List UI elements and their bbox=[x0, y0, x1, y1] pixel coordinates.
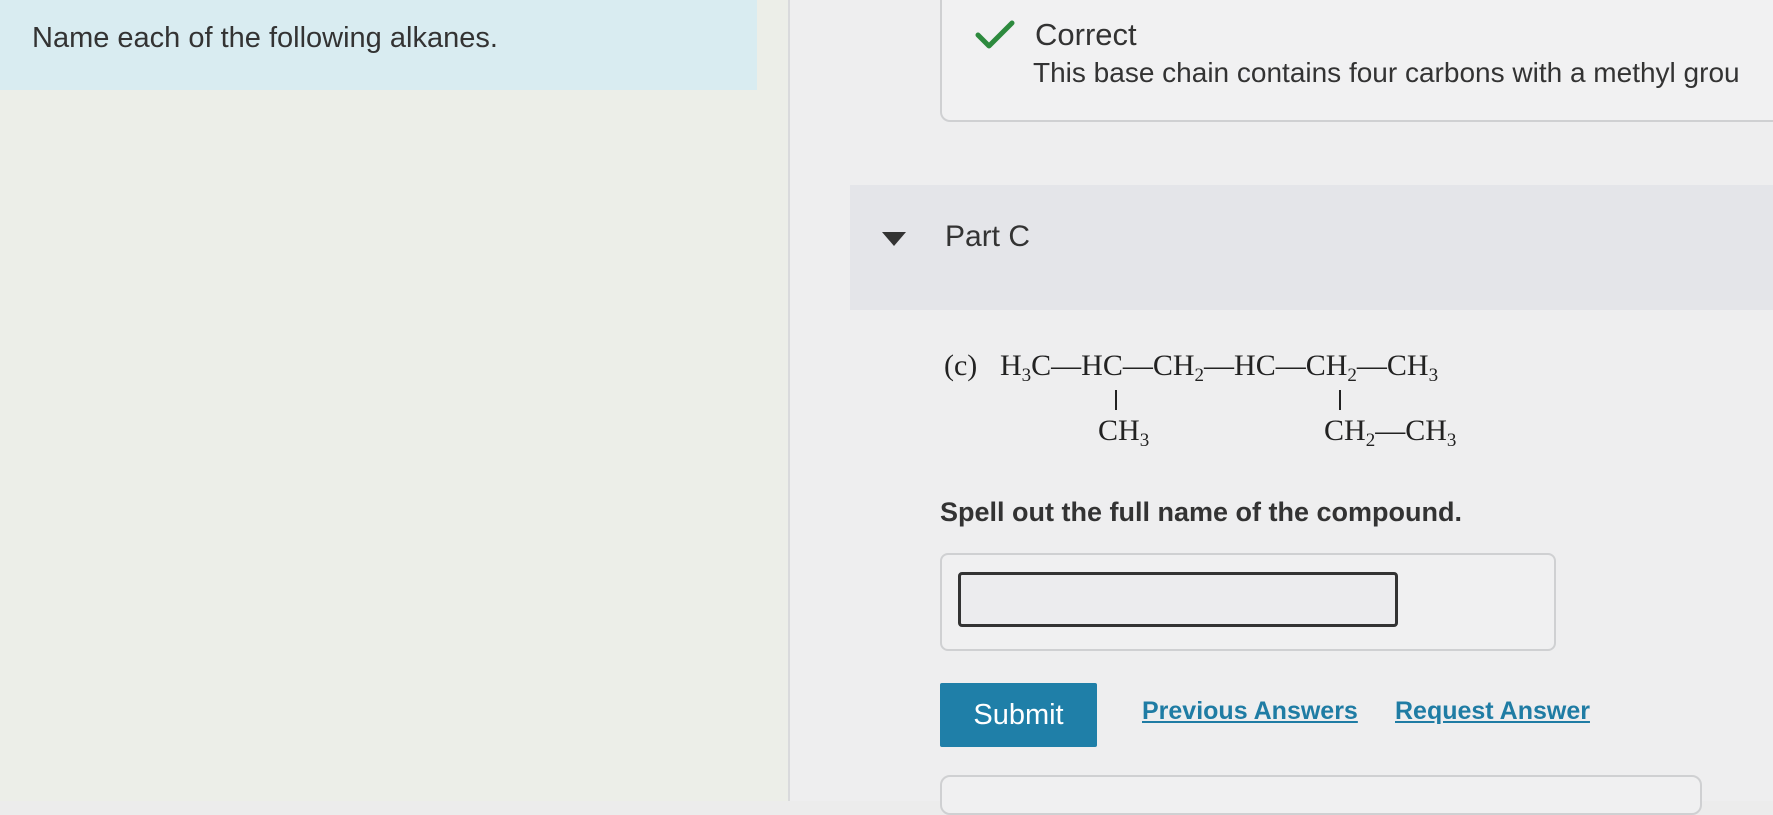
caret-down-icon[interactable] bbox=[880, 230, 908, 248]
previous-answers-link[interactable]: Previous Answers bbox=[1142, 697, 1358, 726]
submit-button[interactable]: Submit bbox=[940, 683, 1097, 747]
formula-branch-ethyl: CH2—CH3 bbox=[1324, 414, 1456, 451]
next-part-box bbox=[940, 775, 1702, 815]
feedback-title: Correct bbox=[1035, 17, 1137, 52]
intro-text: Name each of the following alkanes. bbox=[32, 22, 498, 54]
formula-main-chain: H3C—HC—CH2—HC—CH2—CH3 bbox=[1000, 349, 1438, 386]
answer-input[interactable] bbox=[958, 572, 1398, 627]
formula-label: (c) bbox=[944, 349, 977, 382]
intro-box: Name each of the following alkanes. bbox=[0, 0, 757, 90]
structural-formula: (c) H3C—HC—CH2—HC—CH2—CH3 CH3 CH2—CH3 bbox=[944, 349, 1456, 451]
part-title: Part C bbox=[945, 220, 1031, 253]
formula-branch-methyl: CH3 bbox=[1098, 414, 1149, 451]
question-instruction: Spell out the full name of the compound. bbox=[940, 497, 1462, 527]
left-pane: Name each of the following alkanes. bbox=[0, 0, 790, 801]
request-answer-link[interactable]: Request Answer bbox=[1395, 697, 1590, 726]
feedback-message: This base chain contains four carbons wi… bbox=[1033, 57, 1740, 88]
check-icon bbox=[975, 20, 1015, 49]
